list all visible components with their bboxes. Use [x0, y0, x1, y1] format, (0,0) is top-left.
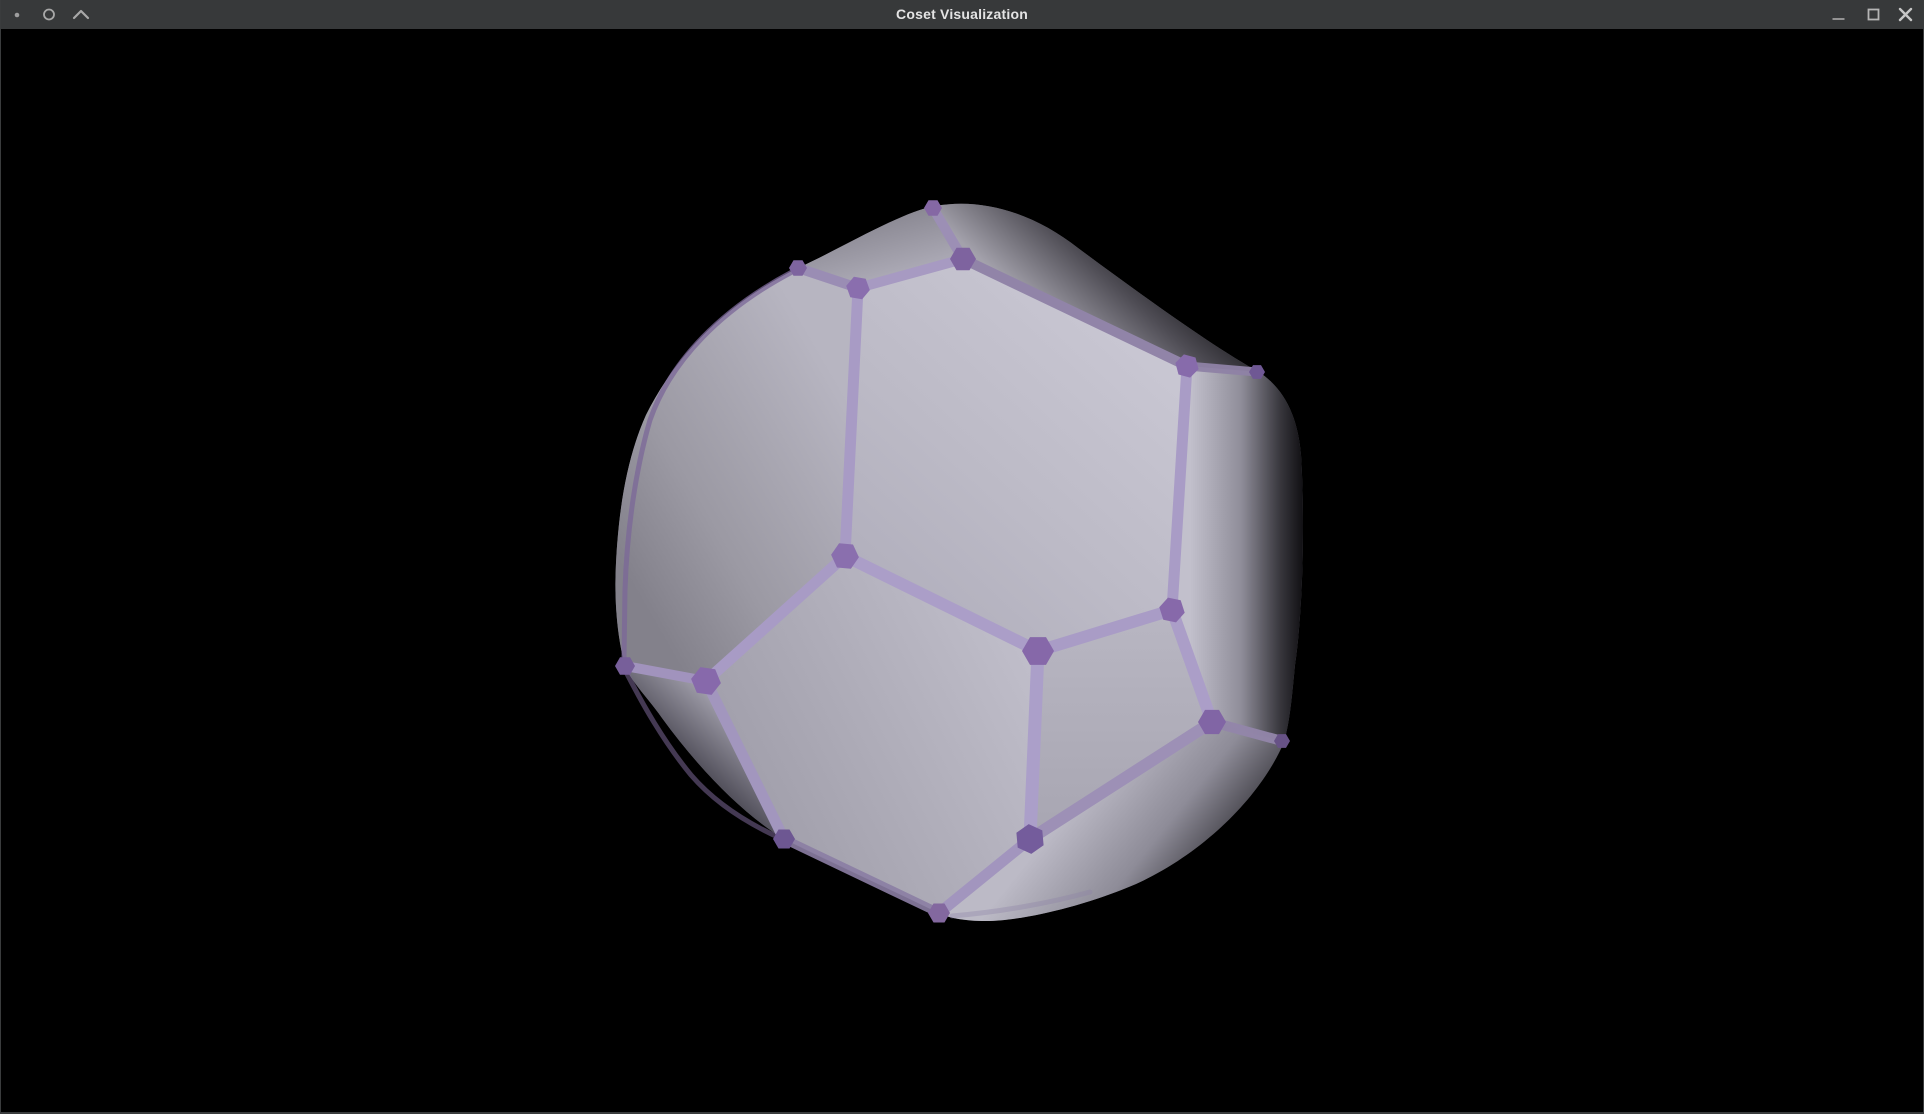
close-button[interactable]	[1900, 9, 1911, 20]
window-controls	[1814, 0, 1924, 29]
polyhedron-edge	[1030, 651, 1038, 839]
window-titlebar[interactable]: Coset Visualization	[0, 0, 1924, 29]
maximize-button[interactable]	[1869, 10, 1879, 20]
app-window: Coset Visualization	[0, 0, 1924, 1114]
viewport-canvas[interactable]	[0, 29, 1924, 1114]
polyhedron-scene	[0, 29, 1924, 1114]
window-title: Coset Visualization	[0, 0, 1924, 29]
